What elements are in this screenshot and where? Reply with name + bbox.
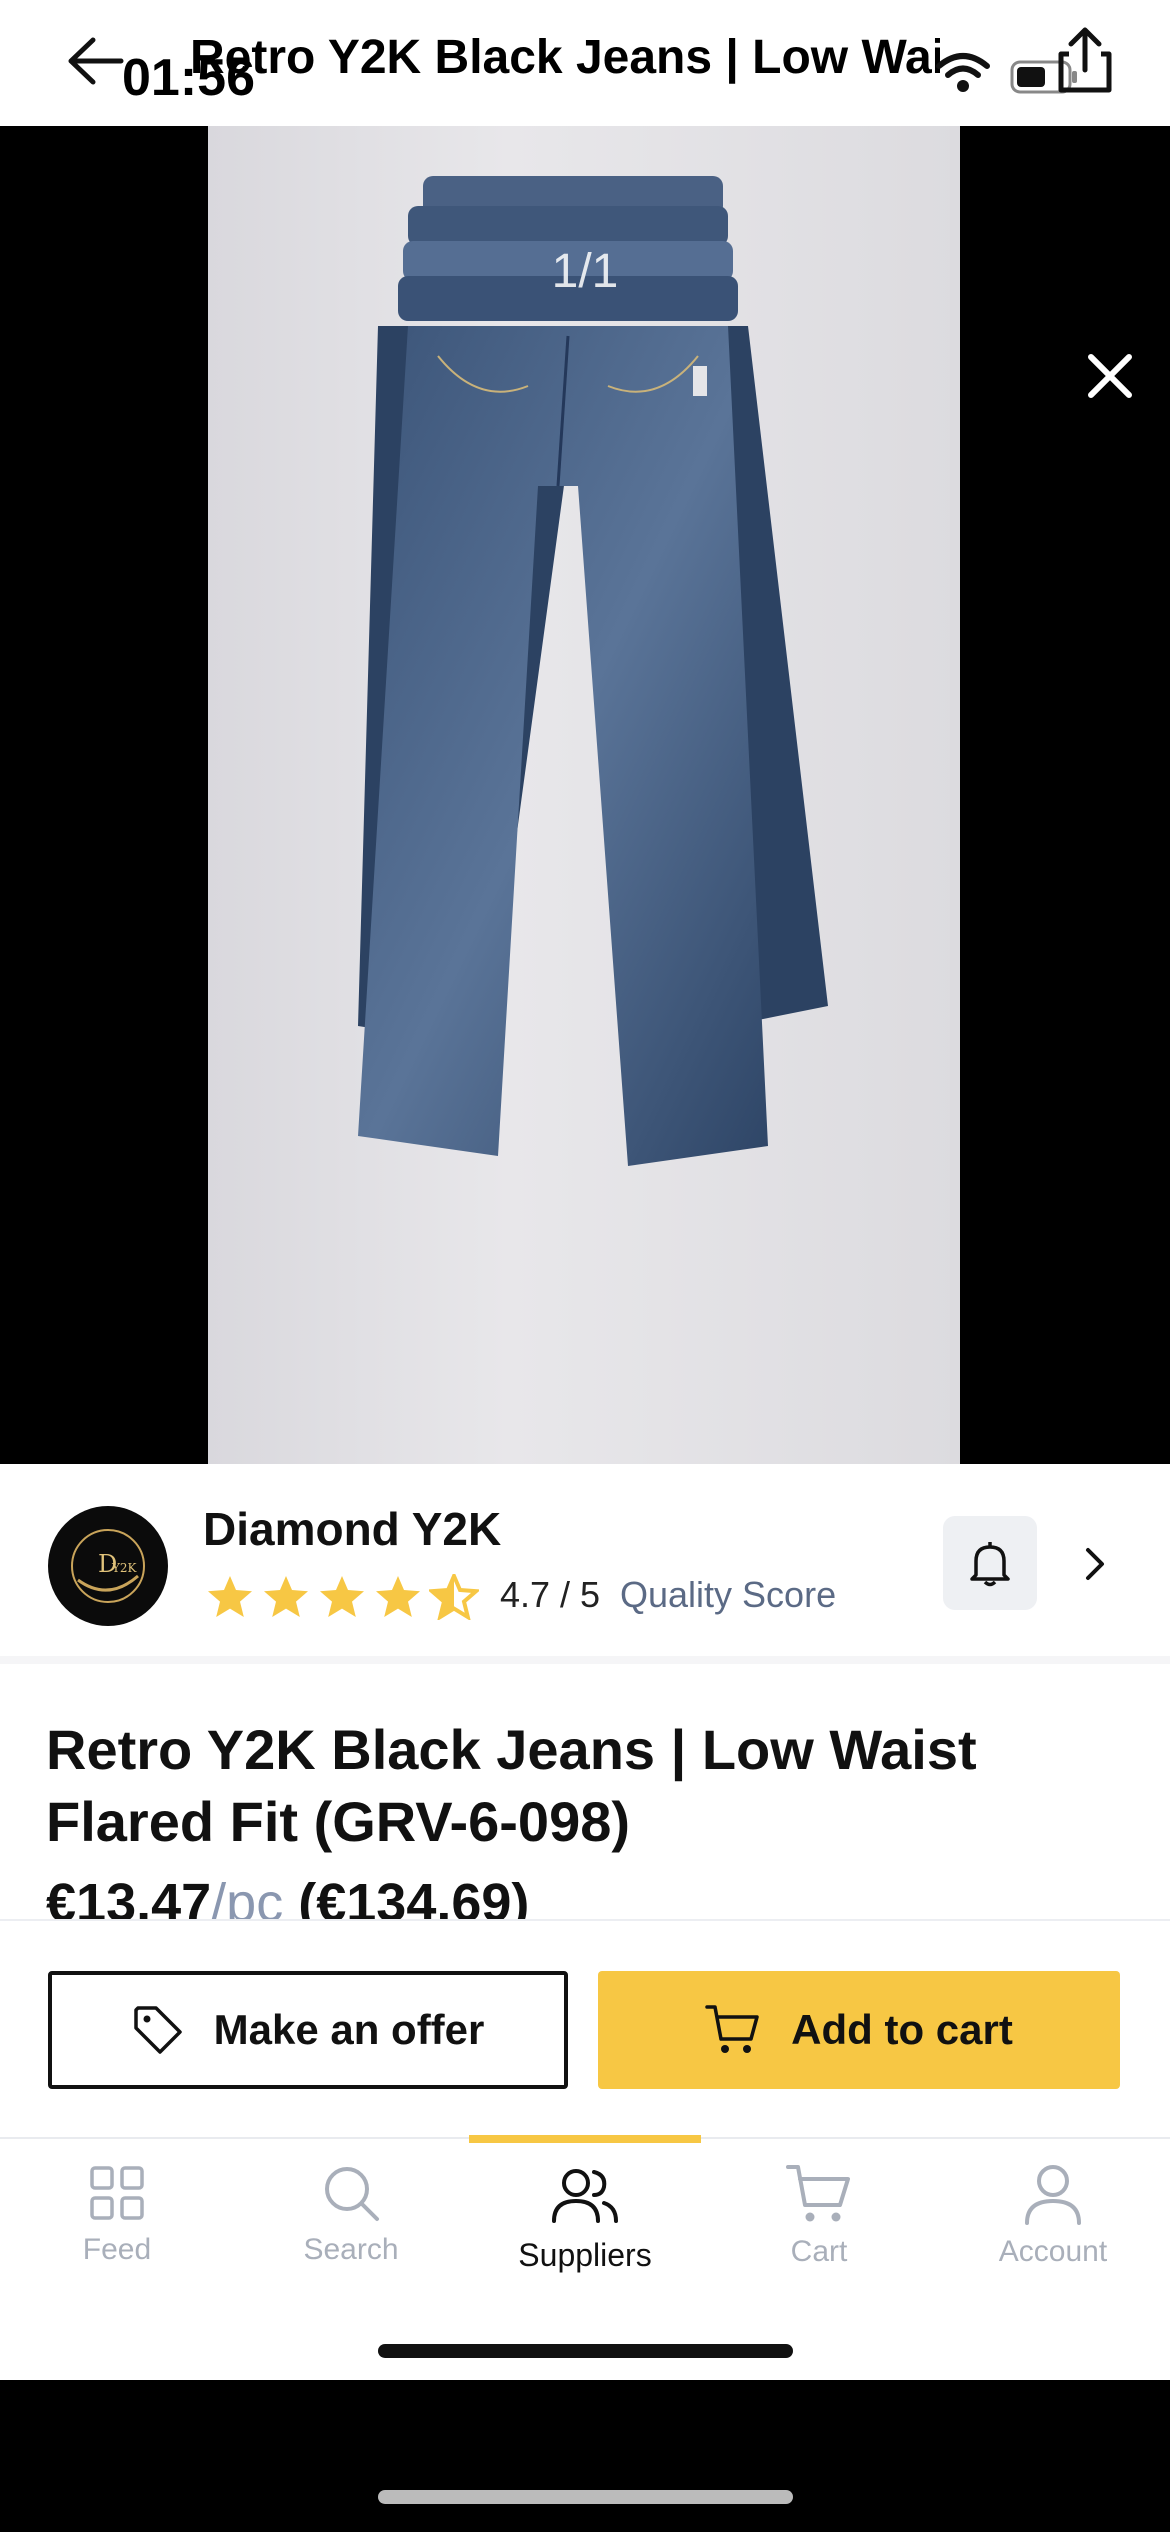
arrow-left-icon [68, 37, 124, 85]
price-unit: /pc [211, 1873, 284, 1919]
search-icon [325, 2167, 379, 2221]
quality-score-link[interactable]: Quality Score [620, 1574, 836, 1616]
supplier-avatar[interactable]: D Y2K [48, 1506, 168, 1626]
close-button[interactable] [1075, 341, 1145, 411]
supplier-card[interactable]: D Y2K Diamond Y2K 4.7 / 5 Quality Score [0, 1464, 1170, 1664]
unit-price: €13.47 [46, 1873, 212, 1919]
nav-label: Suppliers [518, 2237, 652, 2273]
page-title: Retro Y2K Black Jeans | Low Wai [190, 31, 940, 84]
nav-label: Feed [82, 2233, 152, 2266]
wifi-icon [936, 53, 990, 92]
nav-suppliers[interactable]: Suppliers [468, 2139, 702, 2299]
image-counter: 1/1 [551, 245, 619, 298]
nav-account[interactable]: Account [936, 2139, 1170, 2299]
action-bar: Make an offer Add to cart [0, 1919, 1170, 2137]
users-icon [552, 2169, 618, 2223]
back-button[interactable] [60, 30, 130, 92]
jeans-photo-illustration [358, 176, 828, 1166]
rating-stars [205, 1574, 479, 1620]
supplier-name[interactable]: Diamond Y2K [203, 1502, 501, 1556]
tag-icon [133, 2006, 182, 2054]
product-photo[interactable] [208, 126, 960, 1464]
rating-value: 4.7 / 5 [500, 1574, 601, 1615]
bell-icon [970, 1542, 1010, 1587]
star-icon [376, 1576, 420, 1617]
person-icon [1025, 2165, 1081, 2225]
nav-search[interactable]: Search [234, 2139, 468, 2299]
home-indicator[interactable] [378, 2344, 793, 2358]
nav-cart[interactable]: Cart [702, 2139, 936, 2299]
supplier-logo: D Y2K [71, 1529, 145, 1603]
system-home-indicator[interactable] [378, 2490, 793, 2504]
grid-icon [90, 2166, 144, 2220]
product-info: Retro Y2K Black Jeans | Low Waist Flared… [0, 1664, 1170, 1919]
chevron-right-icon [1086, 1548, 1104, 1580]
share-icon [1058, 27, 1112, 93]
half-star-icon [429, 1574, 479, 1620]
total-price: (€134.69) [298, 1873, 530, 1919]
product-title: Retro Y2K Black Jeans | Low Waist Flared… [46, 1718, 977, 1853]
cart-icon [786, 2165, 850, 2222]
nav-label: Cart [790, 2235, 848, 2268]
nav-feed[interactable]: Feed [0, 2139, 234, 2299]
nav-label: Account [998, 2235, 1108, 2268]
nav-label: Search [303, 2233, 399, 2266]
star-icon [208, 1576, 252, 1617]
add-to-cart-label: Add to cart [791, 2006, 1013, 2053]
star-icon [264, 1576, 308, 1617]
make-offer-label: Make an offer [213, 2006, 485, 2053]
make-offer-button[interactable]: Make an offer [48, 1971, 568, 2089]
share-button[interactable] [1040, 20, 1130, 100]
product-price: €13.47/pc (€134.69) [46, 1872, 529, 1919]
status-time: 01:56 [122, 49, 255, 107]
follow-notify-button[interactable] [943, 1516, 1037, 1610]
cart-icon [705, 2005, 759, 2053]
supplier-chevron-button[interactable] [1075, 1534, 1115, 1594]
star-icon [320, 1576, 364, 1617]
add-to-cart-button[interactable]: Add to cart [598, 1971, 1120, 2089]
top-bar: Retro Y2K Black Jeans | Low Wai 01:56 [0, 0, 1170, 126]
close-icon [1088, 354, 1132, 398]
svg-text:Y2K: Y2K [111, 1561, 138, 1575]
product-media-gallery[interactable]: 1/1 inShOt [0, 126, 1170, 1464]
